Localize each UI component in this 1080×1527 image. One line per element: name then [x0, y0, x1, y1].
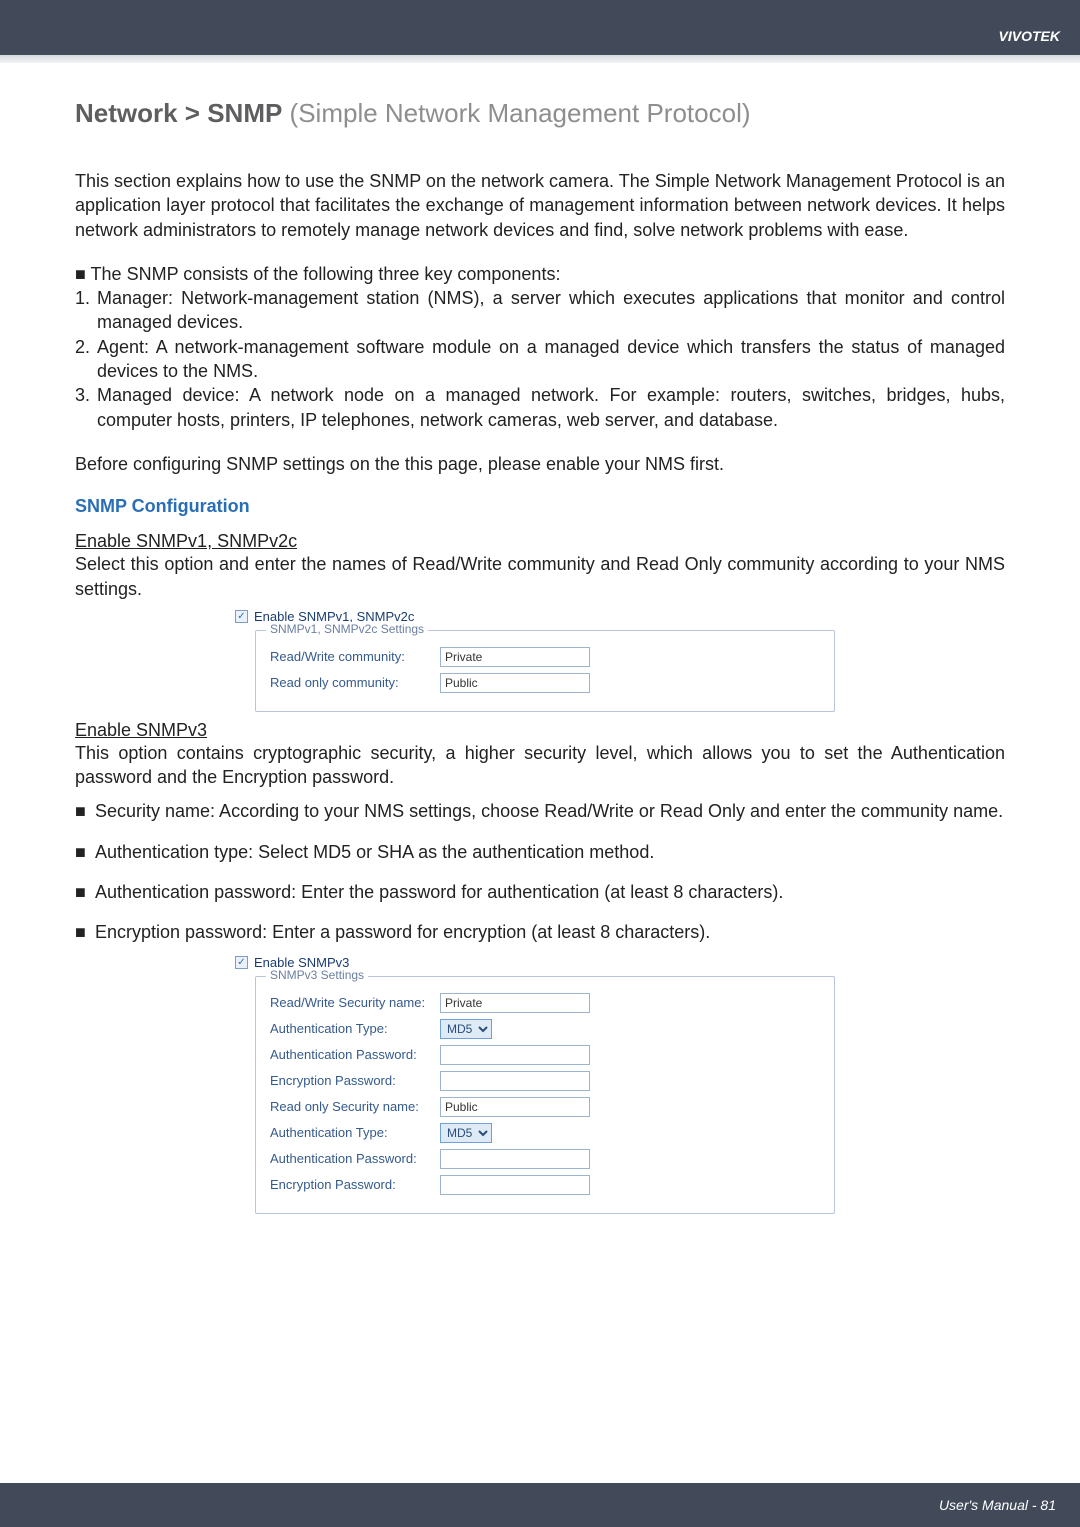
v3-bullet-2: Authentication type: Select MD5 or SHA a…	[95, 840, 1005, 864]
enable-v3-heading: Enable SNMPv3	[75, 720, 1005, 741]
auth-type1-label: Authentication Type:	[270, 1021, 440, 1036]
v3-bullet-1: Security name: According to your NMS set…	[95, 799, 1005, 823]
v3-legend: SNMPv3 Settings	[266, 968, 368, 982]
rw-community-input[interactable]	[440, 647, 590, 667]
auth-type1-select[interactable]: MD5	[440, 1019, 492, 1039]
v3-form: ✓ Enable SNMPv3 SNMPv3 Settings Read/Wri…	[235, 955, 875, 1214]
header-divider	[0, 55, 1080, 63]
v3-bullet-3: Authentication password: Enter the passw…	[95, 880, 1005, 904]
page-header: VIVOTEK	[0, 0, 1080, 55]
auth-type2-select[interactable]: MD5	[440, 1123, 492, 1143]
intro-paragraph: This section explains how to use the SNM…	[75, 169, 1005, 242]
snmp-config-heading: SNMP Configuration	[75, 496, 1005, 517]
v1v2-legend: SNMPv1, SNMPv2c Settings	[266, 622, 428, 636]
auth-pw2-input[interactable]	[440, 1149, 590, 1169]
v3-bullet-4: Encryption password: Enter a password fo…	[95, 920, 1005, 944]
auth-type2-label: Authentication Type:	[270, 1125, 440, 1140]
enc-pw2-input[interactable]	[440, 1175, 590, 1195]
v3-fieldset: SNMPv3 Settings Read/Write Security name…	[255, 976, 835, 1214]
enable-v3-desc: This option contains cryptographic secur…	[75, 741, 1005, 790]
components-lead: ■ The SNMP consists of the following thr…	[75, 262, 1005, 286]
footer-text: User's Manual - 81	[939, 1497, 1056, 1513]
ro-community-label: Read only community:	[270, 675, 440, 690]
v1v2-fieldset: SNMPv1, SNMPv2c Settings Read/Write comm…	[255, 630, 835, 712]
checkbox-v1v2[interactable]: ✓	[235, 610, 248, 623]
page-title: Network > SNMP (Simple Network Managemen…	[75, 98, 1005, 129]
title-light: (Simple Network Management Protocol)	[282, 98, 750, 128]
enc-pw1-input[interactable]	[440, 1071, 590, 1091]
enable-v1v2-heading: Enable SNMPv1, SNMPv2c	[75, 531, 1005, 552]
components-block: ■ The SNMP consists of the following thr…	[75, 262, 1005, 432]
component-1: Manager: Network-management station (NMS…	[97, 286, 1005, 335]
enc-pw2-label: Encryption Password:	[270, 1177, 440, 1192]
ro-community-input[interactable]	[440, 673, 590, 693]
component-2: Agent: A network-management software mod…	[97, 335, 1005, 384]
v1v2-form: ✓ Enable SNMPv1, SNMPv2c SNMPv1, SNMPv2c…	[235, 609, 875, 712]
page-footer: User's Manual - 81	[0, 1483, 1080, 1527]
checkbox-v3[interactable]: ✓	[235, 956, 248, 969]
enable-v1v2-desc: Select this option and enter the names o…	[75, 552, 1005, 601]
enc-pw1-label: Encryption Password:	[270, 1073, 440, 1088]
ro-security-input[interactable]	[440, 1097, 590, 1117]
v3-bullets: ■Security name: According to your NMS se…	[75, 799, 1005, 944]
ro-security-label: Read only Security name:	[270, 1099, 440, 1114]
component-3: Managed device: A network node on a mana…	[97, 383, 1005, 432]
title-strong: Network > SNMP	[75, 98, 282, 128]
page-content: Network > SNMP (Simple Network Managemen…	[0, 63, 1080, 1214]
before-paragraph: Before configuring SNMP settings on the …	[75, 452, 1005, 476]
auth-pw2-label: Authentication Password:	[270, 1151, 440, 1166]
brand-text: VIVOTEK	[999, 28, 1060, 44]
auth-pw1-input[interactable]	[440, 1045, 590, 1065]
rw-security-label: Read/Write Security name:	[270, 995, 440, 1010]
rw-community-label: Read/Write community:	[270, 649, 440, 664]
auth-pw1-label: Authentication Password:	[270, 1047, 440, 1062]
rw-security-input[interactable]	[440, 993, 590, 1013]
